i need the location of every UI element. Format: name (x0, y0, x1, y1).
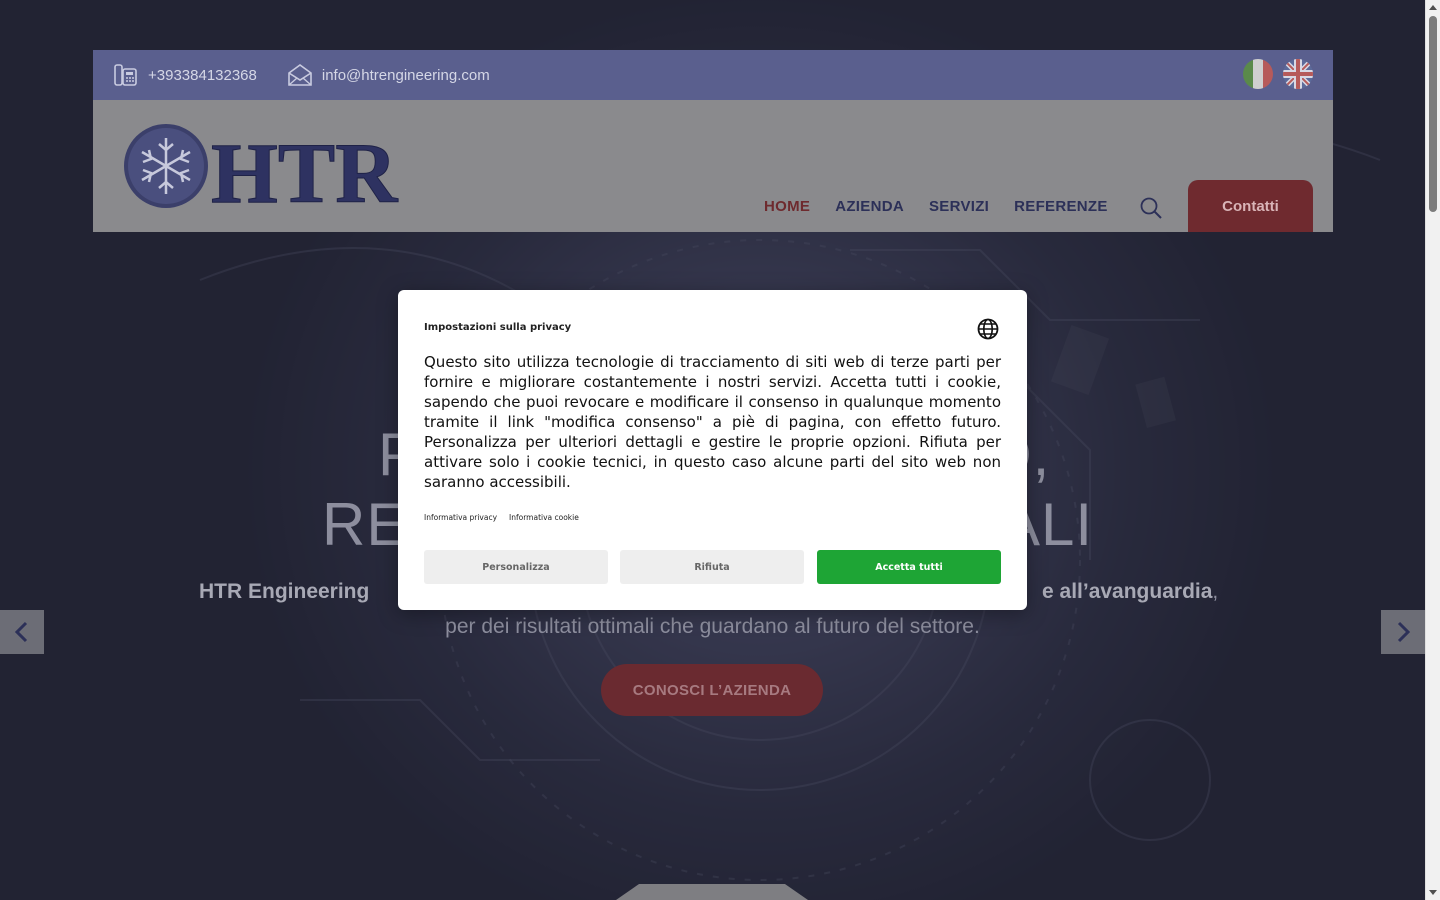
top-contact-bar: +393384132368 info@htrengineering.com (93, 50, 1333, 100)
hero-subtitle-line2: per dei risultati ottimali che guardano … (445, 615, 980, 638)
scrollbar-thumb[interactable] (1429, 16, 1437, 212)
rifiuta-button[interactable]: Rifiuta (620, 550, 804, 584)
site-header: HTR HOME AZIENDA SERVIZI REFERENZE Conta… (93, 100, 1333, 232)
search-icon[interactable] (1139, 196, 1163, 220)
phone-contact[interactable]: +393384132368 (113, 62, 257, 88)
phone-number: +393384132368 (148, 66, 257, 84)
logo-text: HTR (211, 125, 398, 212)
htr-logo[interactable]: HTR (123, 122, 413, 212)
cookie-dialog-text: Questo sito utilizza tecnologie di tracc… (424, 353, 1001, 491)
cookie-dialog-title: Impostazioni sulla privacy (424, 322, 572, 333)
scroll-up-arrow-icon[interactable] (1429, 5, 1437, 10)
nav-azienda[interactable]: AZIENDA (835, 198, 904, 215)
nav-referenze[interactable]: REFERENZE (1014, 198, 1108, 215)
cookie-policy-link[interactable]: Informativa cookie (509, 513, 579, 522)
scroll-down-arrow-icon[interactable] (1429, 890, 1437, 895)
page-scrollbar[interactable] (1425, 0, 1440, 900)
hero-subtitle-comma: , (1212, 580, 1219, 603)
privacy-policy-link[interactable]: Informativa privacy (424, 513, 497, 522)
hero-title-line2-left: RE (322, 491, 408, 558)
italian-flag-icon[interactable] (1243, 59, 1273, 89)
email-address: info@htrengineering.com (321, 66, 490, 84)
conosci-azienda-button[interactable]: CONOSCI L’AZIENDA (601, 664, 823, 716)
hero-subtitle-left: HTR Engineering (199, 580, 370, 603)
hero-subtitle-right: e all’avanguardia (1042, 580, 1213, 603)
email-contact[interactable]: info@htrengineering.com (287, 62, 490, 88)
scroll-down-tab[interactable] (616, 884, 808, 900)
globe-icon[interactable] (977, 318, 999, 340)
policy-links: Informativa privacy Informativa cookie (424, 513, 579, 522)
personalizza-button[interactable]: Personalizza (424, 550, 608, 584)
cookie-consent-dialog: Impostazioni sulla privacy Questo sito u… (398, 290, 1027, 610)
contatti-button[interactable]: Contatti (1188, 180, 1313, 232)
main-nav: HOME AZIENDA SERVIZI REFERENZE (764, 198, 1133, 215)
chevron-right-icon (1397, 621, 1411, 643)
phone-icon (114, 64, 137, 86)
email-icon (288, 64, 312, 86)
chevron-left-icon (14, 621, 28, 643)
nav-servizi[interactable]: SERVIZI (929, 198, 989, 215)
language-switcher (1243, 59, 1313, 89)
nav-home[interactable]: HOME (764, 198, 810, 215)
slider-next-button[interactable] (1381, 610, 1425, 654)
slider-prev-button[interactable] (0, 610, 44, 654)
uk-flag-icon[interactable] (1283, 59, 1313, 89)
accetta-tutti-button[interactable]: Accetta tutti (817, 550, 1001, 584)
